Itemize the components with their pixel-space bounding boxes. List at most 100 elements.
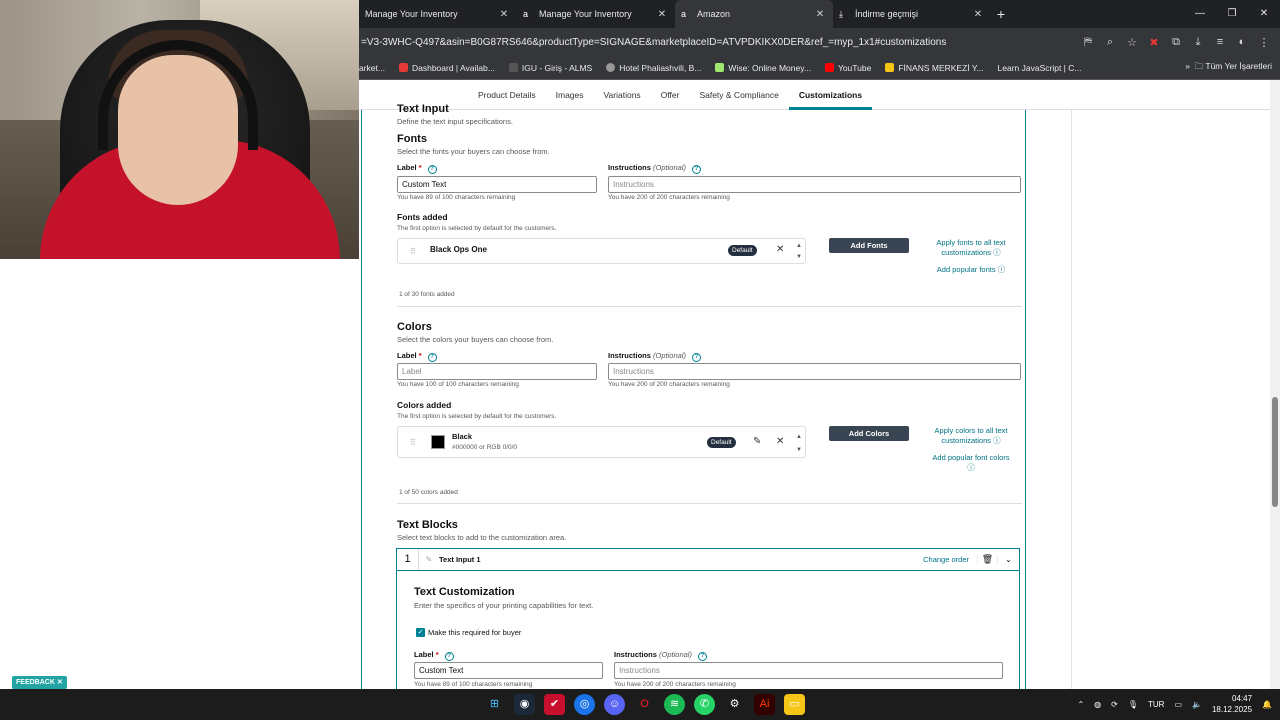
scrollbar-thumb[interactable] — [1272, 397, 1278, 507]
help-icon[interactable]: ? — [691, 353, 701, 362]
profile-icon[interactable]: ◐ — [1234, 36, 1250, 49]
discord-icon[interactable]: ☺ — [604, 694, 625, 715]
text-blocks-title: Text Blocks — [397, 519, 458, 531]
help-icon[interactable]: ? — [427, 165, 437, 174]
browser-tab[interactable]: a Manage Your Inventory ✕ — [517, 0, 675, 28]
tray-app-icon[interactable]: ◍ — [1094, 700, 1101, 709]
steam-icon[interactable]: ◉ — [514, 694, 535, 715]
clock[interactable]: 04:47 18.12.2025 — [1212, 693, 1252, 715]
chevron-down-icon[interactable]: ⌄ — [997, 555, 1019, 564]
colors-label-input[interactable]: Label — [397, 363, 597, 380]
browser-tab[interactable]: ⤓ İndirme geçmişi ✕ — [833, 0, 991, 28]
language-indicator[interactable]: TUR — [1148, 700, 1164, 709]
microphone-icon[interactable]: 🎙 — [1128, 700, 1138, 709]
all-bookmarks[interactable]: » 🗀 Tüm Yer İşaretleri — [1185, 61, 1272, 75]
change-order-link[interactable]: Change order — [923, 555, 977, 564]
font-option-row[interactable]: ⠿ Black Ops One Default ✕ ▲ ▼ — [397, 238, 806, 264]
extension-red-icon[interactable]: ✖ — [1146, 36, 1162, 49]
tray-sync-icon[interactable]: ⟳ — [1111, 700, 1118, 709]
drag-handle-icon[interactable]: ⠿ — [410, 247, 418, 256]
text-block-header[interactable]: 1 ✎ Text Input 1 Change order 🗑 ⌄ — [396, 548, 1020, 571]
remove-icon[interactable]: ✕ — [776, 244, 784, 255]
colors-instructions-input[interactable]: Instructions — [608, 363, 1021, 380]
tab-images[interactable]: Images — [546, 80, 594, 110]
bookmark-icon — [885, 63, 895, 72]
settings-gear-icon[interactable]: ⚙ — [724, 694, 745, 715]
illustrator-icon[interactable]: Ai — [754, 694, 775, 715]
reorder-arrows-icon[interactable]: ▲ ▼ — [795, 431, 803, 457]
tab-customizations[interactable]: Customizations — [788, 80, 873, 110]
feedback-button[interactable]: FEEDBACK ✕ — [12, 676, 67, 689]
help-icon[interactable]: ? — [697, 652, 707, 661]
label-text: Label — [397, 163, 417, 172]
close-icon[interactable]: ✕ — [497, 9, 511, 20]
url-field[interactable]: =V3-3WHC-Q497&asin=B0G87RS646&productTyp… — [359, 37, 1080, 48]
bookmark-item[interactable]: Dashboard | Availab... — [398, 63, 495, 73]
windows-start-icon[interactable]: ⊞ — [484, 694, 505, 715]
display-icon[interactable]: ▭ — [1174, 700, 1182, 709]
add-fonts-button[interactable]: Add Fonts — [829, 238, 909, 253]
bookmark-item[interactable]: Learn JavaScript | C... — [998, 63, 1082, 73]
close-icon[interactable]: ✕ — [655, 9, 669, 20]
block-instructions-hint: You have 200 of 200 characters remaining — [614, 681, 736, 688]
chrome-icon[interactable]: ◎ — [574, 694, 595, 715]
app-red-icon[interactable]: ✔ — [544, 694, 565, 715]
block-label-input[interactable]: Custom Text — [414, 662, 603, 679]
help-icon[interactable]: ? — [427, 353, 437, 362]
zoom-icon[interactable]: ⌕ — [1102, 36, 1118, 49]
fonts-label-input[interactable]: Custom Text — [397, 176, 597, 193]
extensions-icon[interactable]: ⧉ — [1168, 36, 1184, 49]
chevron-up-icon[interactable]: ⌃ — [1077, 700, 1084, 709]
close-window-icon[interactable]: ✕ — [1248, 0, 1280, 28]
reorder-arrows-icon[interactable]: ▲ ▼ — [795, 241, 803, 263]
menu-icon[interactable]: ⋮ — [1256, 36, 1272, 49]
bookmark-item[interactable]: YouTube — [824, 63, 871, 73]
color-option-row[interactable]: ⠿ Black #000000 or RGB 0/0/0 Default ✎ ✕… — [397, 426, 806, 458]
bookmark-item[interactable]: Hotel Phaliashvili, B... — [606, 63, 701, 73]
new-tab-button[interactable]: + — [991, 6, 1011, 22]
file-explorer-icon[interactable]: ▭ — [784, 694, 805, 715]
page-scrollbar[interactable] — [1270, 80, 1280, 689]
globe-icon — [606, 63, 616, 72]
tab-variations[interactable]: Variations — [594, 80, 651, 110]
close-icon[interactable]: ✕ — [971, 9, 985, 20]
clock-time: 04:47 — [1232, 694, 1253, 703]
close-icon[interactable]: ✕ — [813, 9, 827, 20]
add-colors-button[interactable]: Add Colors — [829, 426, 909, 441]
browser-tab-active[interactable]: a Amazon ✕ — [675, 0, 833, 28]
restore-icon[interactable]: ❐ — [1216, 0, 1248, 28]
bookmark-item[interactable]: arket... — [359, 63, 385, 73]
spotify-icon[interactable]: ≋ — [664, 694, 685, 715]
bookmark-star-icon[interactable]: ☆ — [1124, 36, 1140, 49]
bookmark-item[interactable]: Wise: Online Money... — [715, 63, 811, 73]
fonts-instructions-input[interactable]: Instructions — [608, 176, 1021, 193]
browser-tab[interactable]: Manage Your Inventory ✕ — [359, 0, 517, 28]
tab-offer[interactable]: Offer — [651, 80, 690, 110]
drag-handle-icon[interactable]: ⠿ — [410, 438, 418, 447]
edit-pencil-icon[interactable]: ✎ — [753, 436, 761, 447]
tab-safety-compliance[interactable]: Safety & Compliance — [689, 80, 788, 110]
edit-pencil-icon[interactable]: ✎ — [419, 555, 439, 564]
remove-icon[interactable]: ✕ — [776, 436, 784, 447]
whatsapp-icon[interactable]: ✆ — [694, 694, 715, 715]
opera-icon[interactable]: O — [634, 694, 655, 715]
help-icon[interactable]: ? — [444, 652, 454, 661]
minimize-icon[interactable]: — — [1184, 0, 1216, 28]
required-checkbox[interactable]: ✓ — [416, 628, 425, 637]
apply-fonts-link[interactable]: Apply fonts to all text customizations ⓘ — [928, 238, 1014, 258]
playlist-icon[interactable]: ≡ — [1212, 36, 1228, 49]
bookmark-item[interactable]: FİNANS MERKEZİ Y... — [885, 63, 984, 73]
apply-colors-link[interactable]: Apply colors to all text customizations … — [928, 426, 1014, 446]
volume-icon[interactable]: 🔈 — [1192, 700, 1202, 709]
downloads-icon[interactable]: ⤓ — [1190, 36, 1206, 49]
bookmark-item[interactable]: IGU - Giriş - ALMS — [508, 63, 592, 73]
add-popular-colors-link[interactable]: Add popular font colors ⓘ — [924, 453, 1018, 473]
add-popular-fonts-link[interactable]: Add popular fonts ⓘ — [928, 265, 1014, 275]
translate-icon[interactable]: ⛿ — [1080, 36, 1096, 49]
tab-product-details[interactable]: Product Details — [468, 80, 546, 110]
bookmark-label: Wise: Online Money... — [728, 62, 811, 73]
notification-bell-icon[interactable]: 🔔 — [1262, 700, 1272, 709]
trash-icon[interactable]: 🗑 — [977, 554, 997, 565]
help-icon[interactable]: ? — [691, 165, 701, 174]
block-instructions-input[interactable]: Instructions — [614, 662, 1003, 679]
